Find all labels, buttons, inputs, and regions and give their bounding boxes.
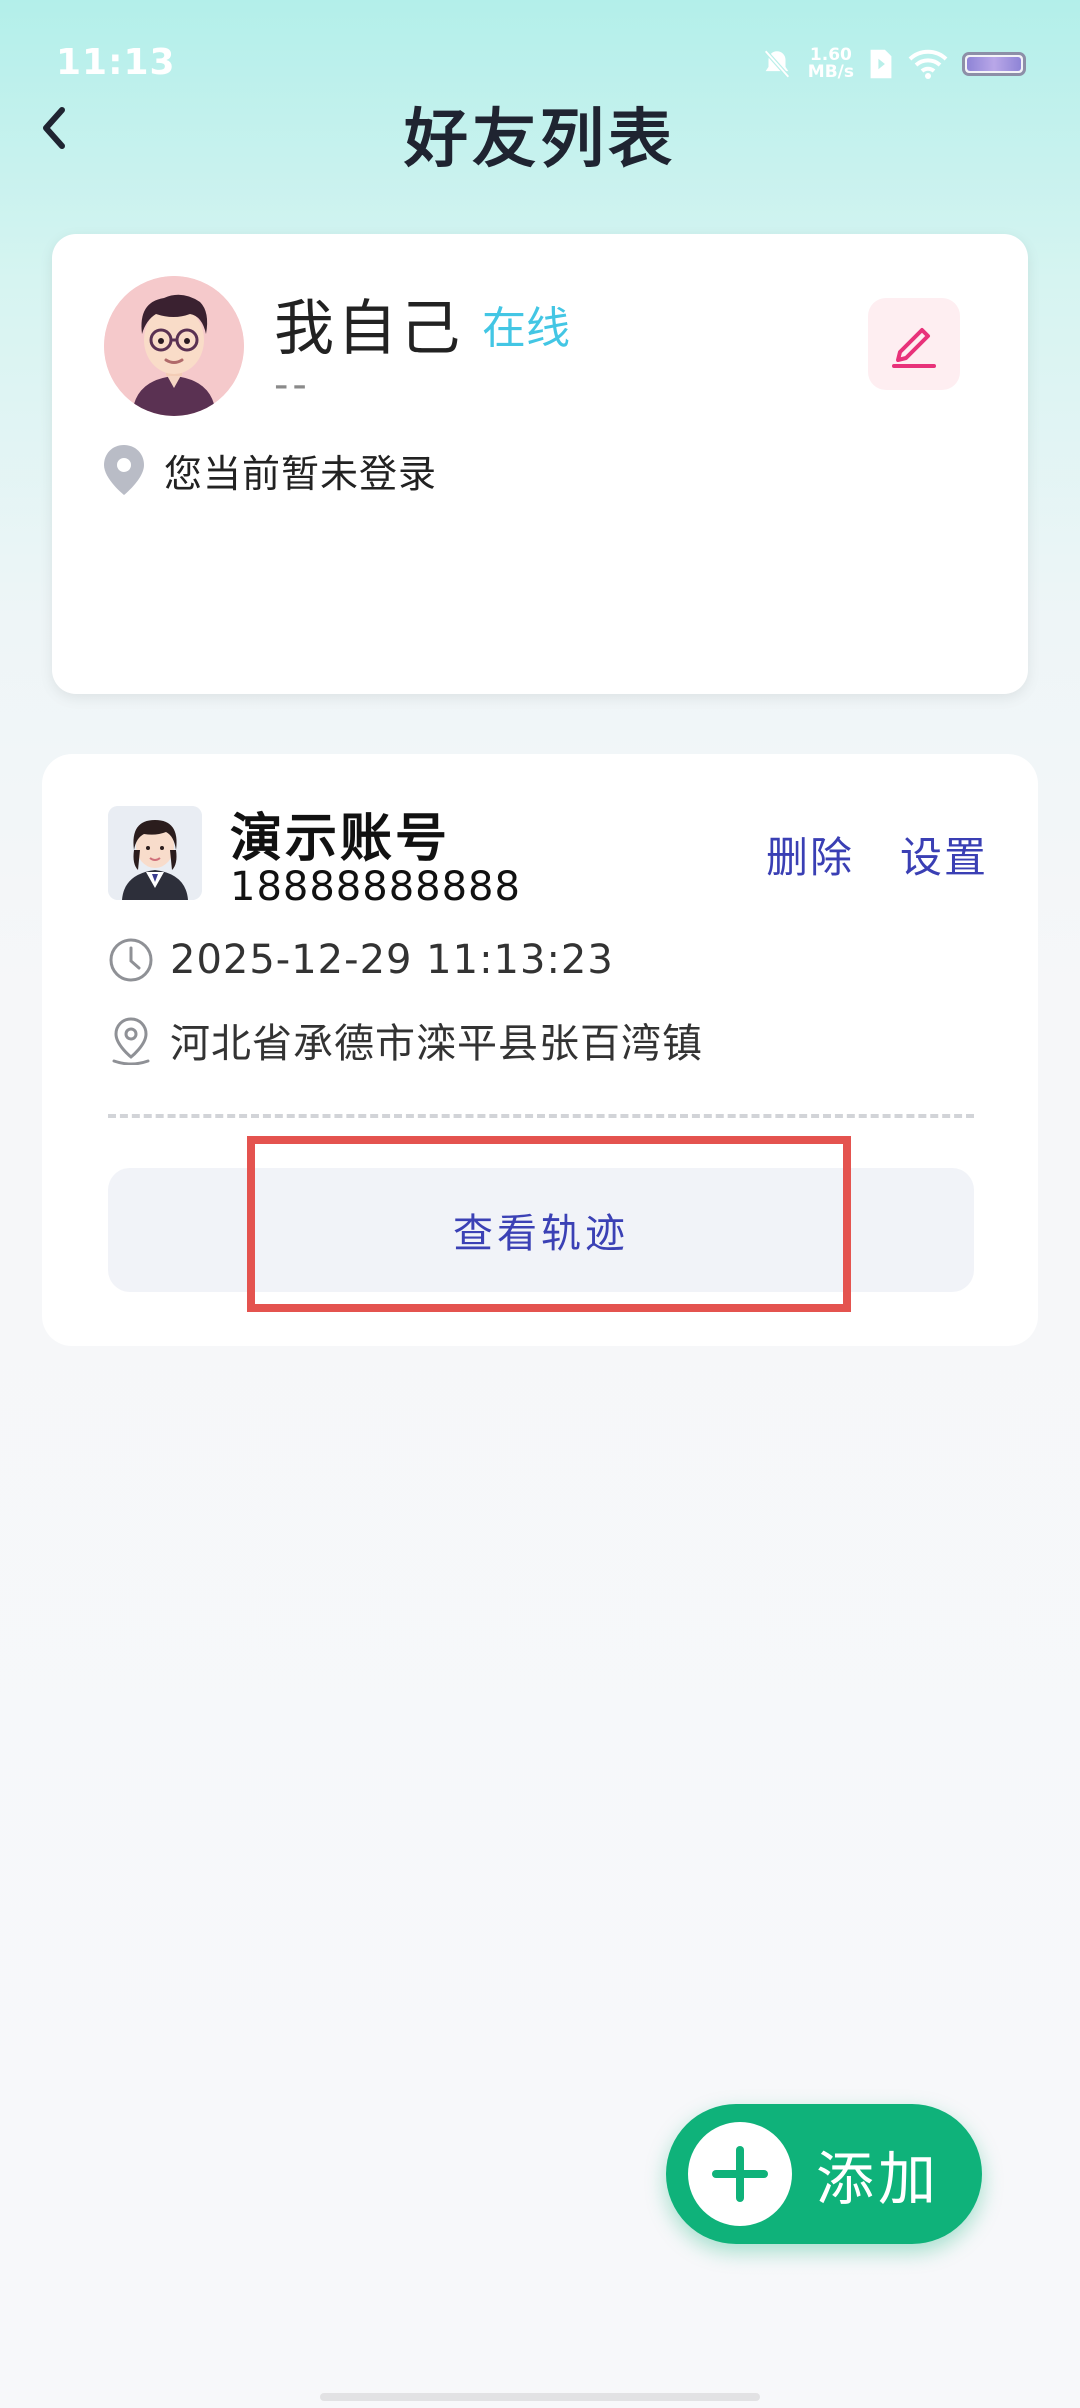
sim-card-icon [870,49,892,79]
self-location-row: 您当前暂未登录 [102,440,437,500]
mute-icon [763,49,790,79]
status-icons: 1.60 MB/s [760,44,1026,84]
plus-icon-circle [688,2122,792,2226]
friend-address: 河北省承德市滦平县张百湾镇 [170,1021,703,1067]
settings-button[interactable]: 设置 [900,824,988,885]
net-speed-unit: MB/s [807,62,854,82]
page-title: 好友列表 [404,103,676,177]
status-time: 11:13 [56,42,176,83]
self-location-text: 您当前暂未登录 [164,451,438,496]
delete-button[interactable]: 删除 [766,824,854,885]
highlight-box [247,1136,851,1312]
friend-time-row: 2025-12-29 11:13:23 [108,932,614,988]
location-pin-icon [104,445,144,495]
friend-time: 2025-12-29 11:13:23 [170,937,614,983]
plus-icon [712,2146,768,2202]
clock-icon [109,938,153,982]
friend-avatar-icon [108,806,202,900]
self-name: 我自己 [274,294,463,364]
battery-level [967,57,1021,71]
battery-icon [962,52,1026,76]
self-subtitle: -- [274,362,311,408]
friend-actions: 删除 设置 [766,824,988,885]
wifi-icon [908,49,948,79]
friend-avatar [108,806,202,900]
edit-icon [892,328,936,368]
location-outline-icon [112,1017,150,1065]
add-friend-button[interactable]: 添加 [666,2104,982,2244]
avatar [104,276,244,416]
net-speed: 1.60 MB/s [808,47,854,81]
home-indicator[interactable] [320,2393,760,2401]
add-button-label: 添加 [816,2145,941,2213]
friend-name: 演示账号 [230,809,451,869]
self-card: 我自己 在线 -- 您当前暂未登录 [52,234,1028,694]
online-status: 在线 [482,303,570,354]
dashed-divider [108,1114,974,1118]
edit-button[interactable] [868,298,960,390]
user-avatar-icon [104,276,244,416]
friend-phone: 18888888888 [230,864,521,910]
friend-address-row: 河北省承德市滦平县张百湾镇 [108,1012,703,1068]
